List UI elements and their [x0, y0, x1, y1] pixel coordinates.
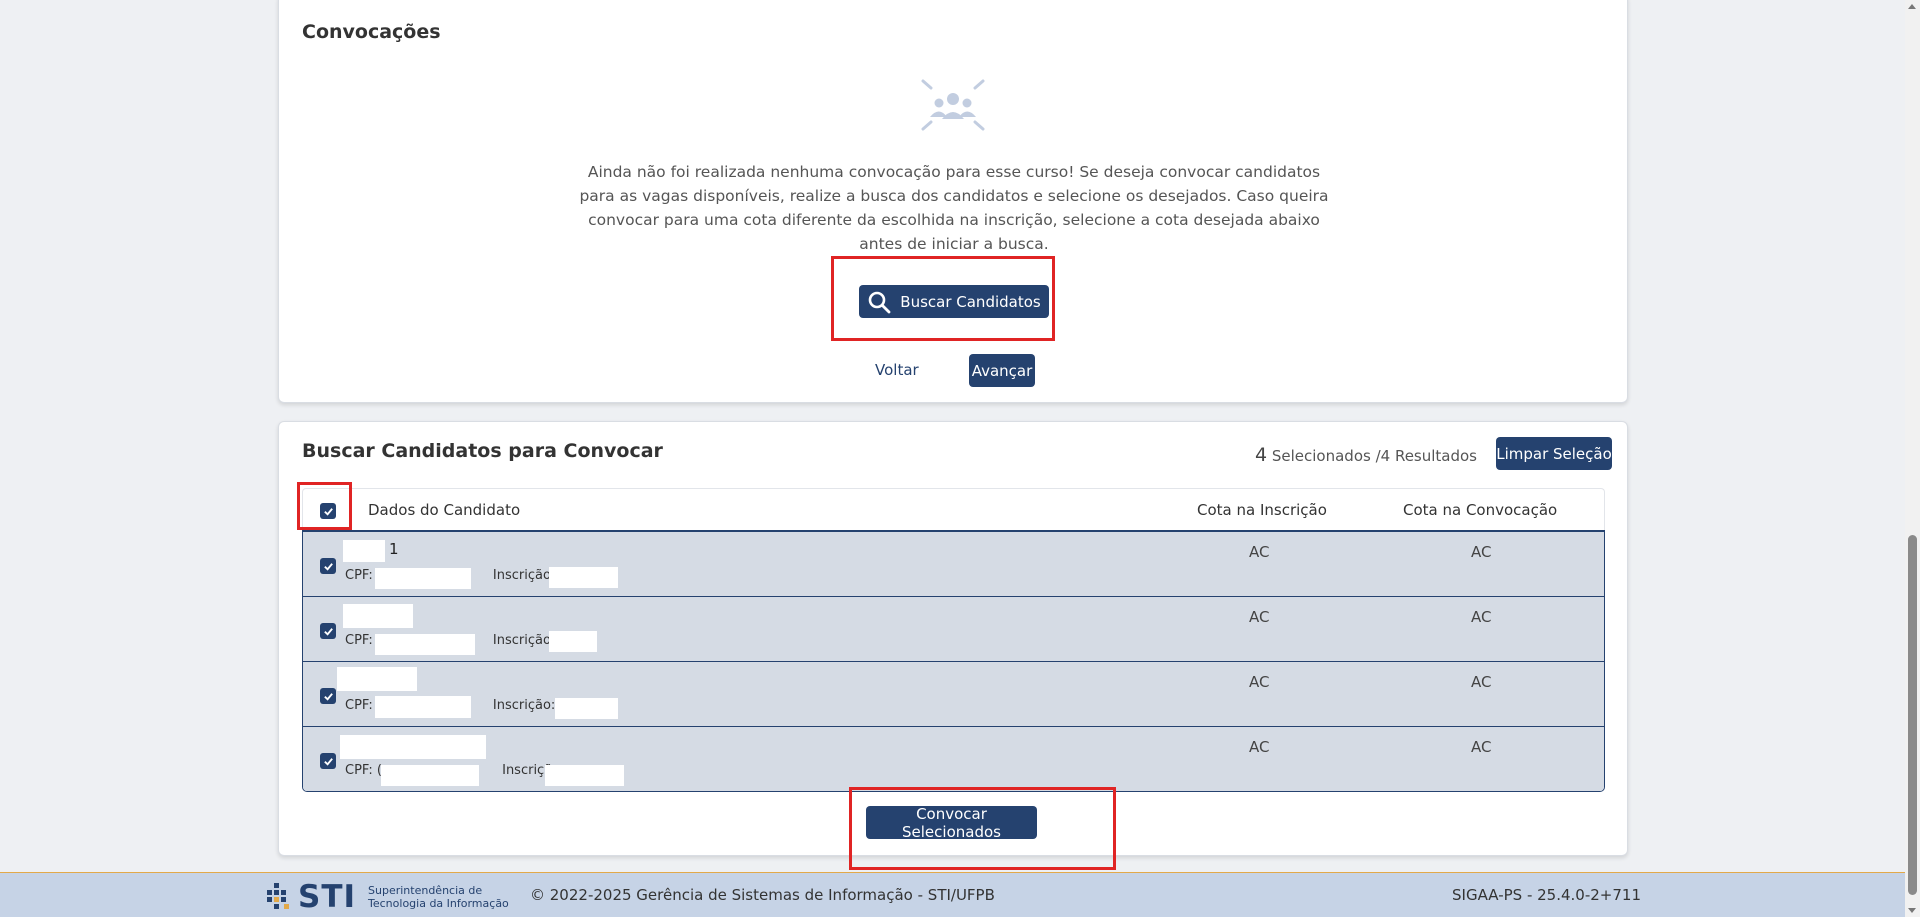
table-body: 1 CPF: Inscrição: AC AC CPF: Inscrição:: [302, 530, 1605, 792]
cota-inscricao-value: AC: [1249, 738, 1270, 756]
table-row: CPF: Inscrição: 1 AC AC: [303, 661, 1604, 726]
row-checkbox[interactable]: [320, 688, 336, 704]
convocar-selecionados-button[interactable]: Convocar Selecionados: [866, 805, 1037, 841]
check-icon: [323, 627, 333, 636]
inscricao-label: Inscrição:: [492, 633, 556, 648]
check-icon: [323, 507, 333, 516]
sti-logo-icon: [267, 883, 289, 909]
cpf-label: CPF:: [345, 633, 373, 648]
column-cota-inscricao: Cota na Inscrição: [1197, 501, 1327, 519]
check-icon: [323, 562, 333, 571]
cota-inscricao-value: AC: [1249, 543, 1270, 561]
convocacoes-card: Convocações Ainda não foi realizada nenh…: [278, 0, 1628, 403]
buscar-candidatos-button[interactable]: Buscar Candidatos: [859, 285, 1049, 318]
logo-text: STI: [298, 879, 357, 915]
page-scrollbar[interactable]: [1905, 0, 1920, 917]
voltar-link[interactable]: Voltar: [875, 361, 919, 379]
cota-inscricao-value: AC: [1249, 608, 1270, 626]
avancar-button[interactable]: Avançar: [969, 354, 1035, 387]
row-checkbox[interactable]: [320, 623, 336, 639]
table-row: CPF: Inscrição: AC AC: [303, 596, 1604, 661]
selected-text: Selecionados /4 Resultados: [1267, 447, 1477, 465]
cota-convocacao-value: AC: [1471, 673, 1492, 691]
cota-convocacao-value: AC: [1471, 543, 1492, 561]
select-all-checkbox[interactable]: [320, 503, 336, 519]
check-icon: [323, 692, 333, 701]
selected-count: 4: [1255, 444, 1268, 466]
table-row: CPF: ( Inscrição: AC AC: [303, 726, 1604, 791]
row-checkbox[interactable]: [320, 558, 336, 574]
cota-convocacao-value: AC: [1471, 738, 1492, 756]
cota-convocacao-value: AC: [1471, 608, 1492, 626]
logo-subtitle-line2: Tecnologia da Informação: [368, 897, 509, 910]
users-group-icon: [921, 79, 985, 131]
cpf-label: CPF:: [345, 568, 373, 583]
column-dados: Dados do Candidato: [368, 501, 521, 519]
logo-subtitle-line1: Superintendência de: [368, 884, 483, 897]
sti-logo: STI Superintendência de Tecnologia da In…: [264, 879, 509, 915]
search-icon: [868, 291, 891, 313]
empty-convocacoes-message: Ainda não foi realizada nenhuma convocaç…: [579, 163, 1329, 253]
buscar-candidatos-title: Buscar Candidatos para Convocar: [302, 440, 663, 462]
inscricao-label: Inscrição:: [492, 568, 556, 583]
buscar-candidatos-card: Buscar Candidatos para Convocar 4 Seleci…: [278, 421, 1628, 870]
cpf-label: CPF:: [345, 698, 373, 713]
buscar-candidatos-label: Buscar Candidatos: [900, 292, 1041, 311]
candidates-table: Dados do Candidato Cota na Inscrição Cot…: [302, 488, 1605, 792]
footer: STI Superintendência de Tecnologia da In…: [0, 872, 1905, 917]
table-row: 1 CPF: Inscrição: AC AC: [303, 531, 1604, 596]
candidate-name: 1: [389, 540, 399, 558]
scroll-down-arrow-icon[interactable]: [1908, 908, 1916, 913]
convocacoes-title: Convocações: [302, 21, 441, 43]
table-header: Dados do Candidato Cota na Inscrição Cot…: [302, 488, 1605, 530]
version-text: SIGAA-PS - 25.4.0-2+711: [1452, 886, 1641, 904]
cpf-label: CPF: (: [345, 763, 382, 778]
column-cota-convocacao: Cota na Convocação: [1403, 501, 1558, 519]
scroll-up-arrow-icon[interactable]: [1908, 4, 1916, 9]
cota-inscricao-value: AC: [1249, 673, 1270, 691]
row-checkbox[interactable]: [320, 753, 336, 769]
limpar-selecao-button[interactable]: Limpar Seleção: [1496, 437, 1612, 470]
logo-subtitle: Superintendência de Tecnologia da Inform…: [368, 884, 509, 910]
scrollbar-thumb[interactable]: [1908, 535, 1917, 895]
copyright-text: © 2022-2025 Gerência de Sistemas de Info…: [530, 886, 995, 904]
check-icon: [323, 757, 333, 766]
result-count: 4 Selecionados /4 Resultados: [1255, 444, 1477, 466]
